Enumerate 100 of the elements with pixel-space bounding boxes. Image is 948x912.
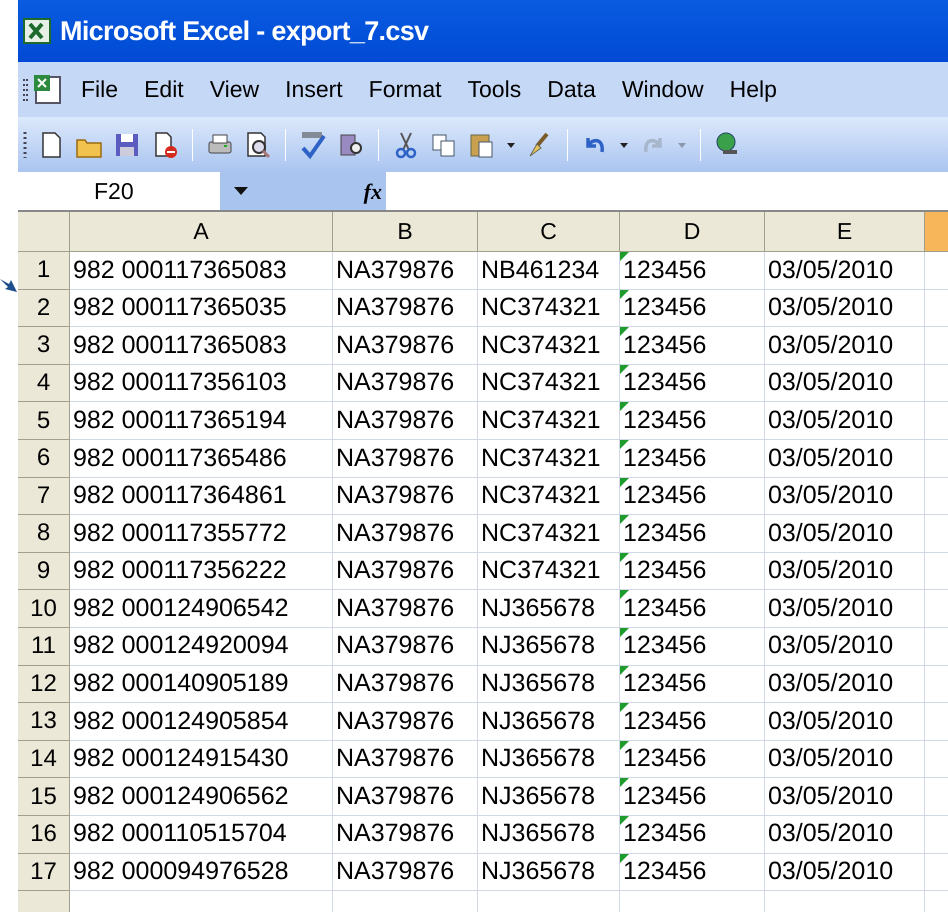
column-header[interactable]: D [620, 212, 765, 252]
table-cell: NB461234 [478, 252, 620, 290]
row-header[interactable]: 3 [18, 327, 70, 365]
table-cell: 123456 [620, 703, 765, 741]
table-cell: 123456 [620, 778, 765, 816]
table-cell: 123456 [620, 252, 765, 290]
table-cell: NA379876 [333, 515, 478, 553]
table-cell: NC374321 [478, 327, 620, 365]
table-cell: NJ365678 [478, 854, 620, 892]
table-cell: NA379876 [333, 816, 478, 854]
table-cell: NA379876 [333, 402, 478, 440]
table-cell: NJ365678 [478, 740, 620, 778]
table-cell: 03/05/2010 [765, 740, 925, 778]
table-cell: NA379876 [333, 854, 478, 892]
table-cell: 123456 [620, 327, 765, 365]
table-cell: 982 000094976528 [70, 854, 333, 892]
row-header[interactable]: 13 [18, 703, 70, 741]
menu-item[interactable]: Help [716, 68, 790, 111]
table-cell: NA379876 [333, 440, 478, 478]
column-header[interactable]: B [333, 212, 478, 252]
table-cell: NA379876 [333, 740, 478, 778]
table-cell: 03/05/2010 [765, 364, 925, 402]
column-header[interactable]: A [70, 212, 333, 252]
function-button[interactable]: fx [364, 174, 382, 208]
table-cell: 03/05/2010 [765, 290, 925, 328]
table-cell: NJ365678 [478, 703, 620, 741]
table-cell: 123456 [620, 590, 765, 628]
table-cell: NJ365678 [478, 666, 620, 704]
row-header[interactable]: 1 [18, 252, 70, 290]
table-cell: 03/05/2010 [765, 515, 925, 553]
table-cell: 982 000117365083 [70, 327, 333, 365]
menu-item[interactable]: Insert [272, 68, 356, 111]
table-cell: 03/05/2010 [765, 402, 925, 440]
row-header[interactable]: 7 [18, 478, 70, 516]
menu-item[interactable]: Window [608, 68, 717, 111]
row-header[interactable]: 6 [18, 440, 70, 478]
row-header[interactable]: 16 [18, 816, 70, 854]
row-header[interactable]: 10 [18, 590, 70, 628]
table-cell: NC374321 [478, 402, 620, 440]
table-cell: NA379876 [333, 478, 478, 516]
table-cell: 982 000117355772 [70, 515, 333, 553]
table-cell: 03/05/2010 [765, 628, 925, 666]
table-cell: 03/05/2010 [765, 778, 925, 816]
row-header[interactable]: 14 [18, 740, 70, 778]
table-cell: 03/05/2010 [765, 590, 925, 628]
table-cell: 982 000117356222 [70, 552, 333, 590]
table-cell: NC374321 [478, 364, 620, 402]
table-cell: NA379876 [333, 703, 478, 741]
table-cell: 982 000124905854 [70, 703, 333, 741]
table-cell: NJ365678 [478, 778, 620, 816]
table-cell: 03/05/2010 [765, 816, 925, 854]
table-cell: 123456 [620, 854, 765, 892]
table-cell: 982 000124920094 [70, 628, 333, 666]
menu-item[interactable]: View [196, 68, 272, 111]
table-cell: 123456 [620, 402, 765, 440]
row-header[interactable]: 12 [18, 666, 70, 704]
table-cell: NA379876 [333, 628, 478, 666]
table-cell: 123456 [620, 666, 765, 704]
table-cell: 123456 [620, 290, 765, 328]
menu-item[interactable]: File [68, 68, 132, 111]
table-cell: 982 000117365035 [70, 290, 333, 328]
table-cell: NA379876 [333, 590, 478, 628]
table-cell: NA379876 [333, 552, 478, 590]
table-cell: NJ365678 [478, 590, 620, 628]
table-cell: 123456 [620, 478, 765, 516]
table-cell: NC374321 [478, 515, 620, 553]
table-cell: NJ365678 [478, 816, 620, 854]
table-cell: 123456 [620, 740, 765, 778]
menu-item[interactable]: Format [356, 68, 455, 111]
table-cell: 982 000110515704 [70, 816, 333, 854]
table-cell: 982 000140905189 [70, 666, 333, 704]
row-header[interactable]: 4 [18, 364, 70, 402]
table-cell: 982 000124915430 [70, 740, 333, 778]
table-cell: NC374321 [478, 290, 620, 328]
row-header[interactable]: 9 [18, 552, 70, 590]
row-header[interactable]: 17 [18, 854, 70, 892]
column-header[interactable]: E [765, 212, 925, 252]
table-cell: NA379876 [333, 327, 478, 365]
menu-item[interactable]: Tools [454, 68, 534, 111]
table-cell: 123456 [620, 364, 765, 402]
table-cell: NA379876 [333, 778, 478, 816]
table-cell: NA379876 [333, 252, 478, 290]
table-cell: 982 000117365083 [70, 252, 333, 290]
row-header[interactable]: 2 [18, 290, 70, 328]
row-header[interactable]: 8 [18, 515, 70, 553]
column-header[interactable]: C [478, 212, 620, 252]
row-header[interactable]: 11 [18, 628, 70, 666]
window-title: Microsoft Excel - export_7.csv [60, 14, 428, 48]
table-cell: 123456 [620, 816, 765, 854]
table-cell: 982 000117365194 [70, 402, 333, 440]
table-cell: 123456 [620, 440, 765, 478]
table-cell: 982 000117356103 [70, 364, 333, 402]
row-header[interactable]: 5 [18, 402, 70, 440]
table-cell: NA379876 [333, 666, 478, 704]
table-cell: 03/05/2010 [765, 478, 925, 516]
table-cell: 03/05/2010 [765, 854, 925, 892]
table-cell: 982 000124906542 [70, 590, 333, 628]
row-header[interactable]: 15 [18, 778, 70, 816]
menu-item[interactable]: Data [534, 68, 609, 111]
menu-item[interactable]: Edit [131, 68, 197, 111]
